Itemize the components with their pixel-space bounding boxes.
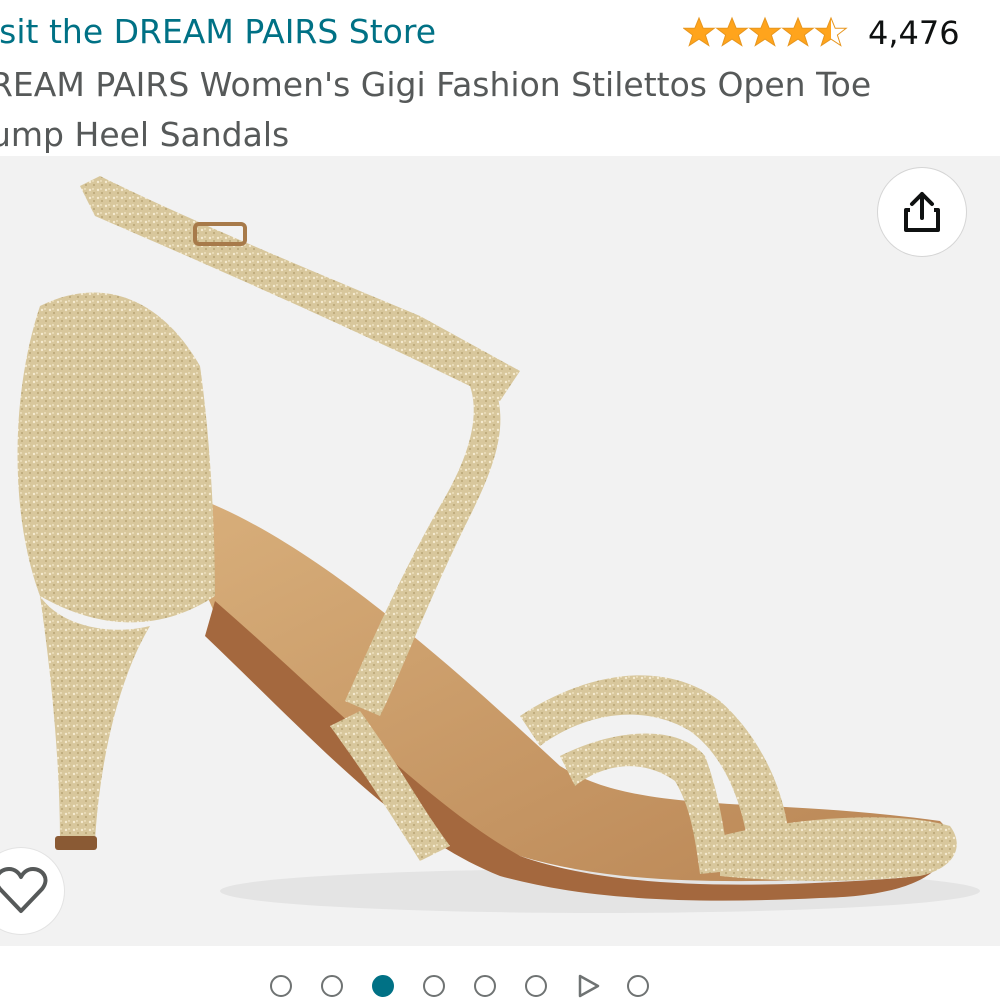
product-image[interactable] (0, 156, 1000, 946)
store-link[interactable]: isit the DREAM PAIRS Store (0, 12, 436, 51)
pager-dot[interactable] (423, 975, 445, 997)
pager-dot[interactable] (270, 975, 292, 997)
half-star-icon (815, 17, 847, 47)
star-icon (683, 17, 715, 47)
share-icon (904, 192, 940, 232)
pager-dot[interactable] (627, 975, 649, 997)
heart-icon (0, 867, 48, 913)
heel-counter (17, 292, 215, 623)
heel-tip (55, 836, 97, 850)
image-pager (270, 966, 678, 1006)
stiletto-heel (40, 596, 150, 841)
rating-count[interactable]: 4,476 (868, 14, 960, 52)
pager-dot-active[interactable] (372, 975, 394, 997)
sandal-illustration (17, 176, 980, 913)
pager-dot[interactable] (525, 975, 547, 997)
star-icon (749, 17, 781, 47)
star-icon (782, 17, 814, 47)
product-title: REAM PAIRS Women's Gigi Fashion Stiletto… (0, 60, 990, 160)
play-icon[interactable] (576, 974, 600, 998)
pager-dot[interactable] (321, 975, 343, 997)
rating-stars[interactable] (683, 12, 853, 52)
title-line-2: ump Heel Sandals (0, 115, 290, 154)
title-line-1: REAM PAIRS Women's Gigi Fashion Stiletto… (0, 65, 872, 104)
star-icon (716, 17, 748, 47)
pager-dot[interactable] (474, 975, 496, 997)
share-button[interactable] (878, 168, 966, 256)
